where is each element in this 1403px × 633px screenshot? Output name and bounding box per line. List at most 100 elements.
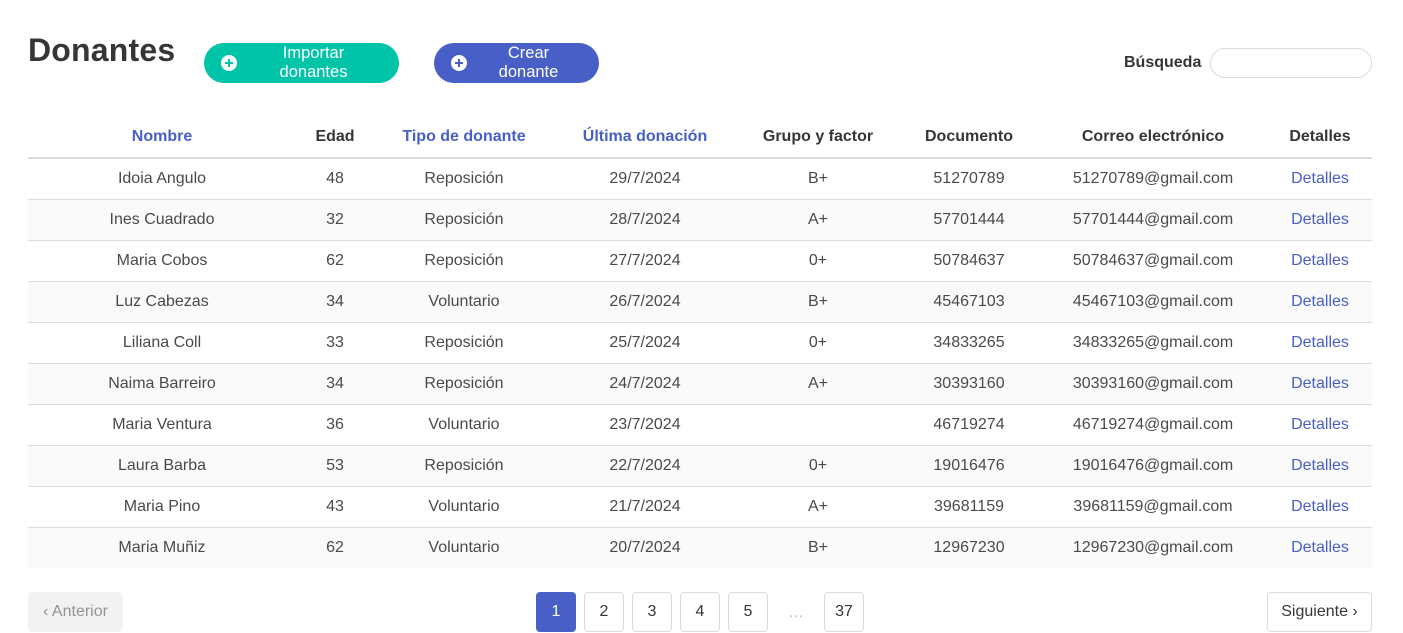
cell-nombre: Naima Barreiro: [28, 363, 296, 405]
details-link[interactable]: Detalles: [1291, 457, 1349, 474]
cell-correo: 51270789@gmail.com: [1038, 158, 1268, 200]
cell-correo: 19016476@gmail.com: [1038, 445, 1268, 487]
cell-grupo-factor: 0+: [736, 445, 900, 487]
cell-tipo-donante: Reposición: [374, 363, 554, 405]
cell-edad: 34: [296, 281, 374, 323]
cell-nombre: Luz Cabezas: [28, 281, 296, 323]
pagination-ellipsis: …: [788, 603, 804, 621]
cell-tipo-donante: Reposición: [374, 240, 554, 282]
cell-tipo-donante: Voluntario: [374, 527, 554, 568]
cell-nombre: Liliana Coll: [28, 322, 296, 364]
cell-tipo-donante: Voluntario: [374, 404, 554, 446]
table-row: Maria Muñiz 62 Voluntario 20/7/2024 B+ 129672…: [28, 527, 1372, 568]
cell-nombre: Maria Ventura: [28, 404, 296, 446]
details-link[interactable]: Detalles: [1291, 375, 1349, 392]
cell-ultima-donacion: 20/7/2024: [554, 527, 736, 568]
details-link[interactable]: Detalles: [1291, 416, 1349, 433]
page-button[interactable]: 2: [584, 592, 624, 632]
table-row: Maria Pino 43 Voluntario 21/7/2024 A+ 3968115…: [28, 486, 1372, 528]
cell-documento: 30393160: [900, 363, 1038, 405]
cell-correo: 12967230@gmail.com: [1038, 527, 1268, 568]
cell-edad: 62: [296, 240, 374, 282]
cell-correo: 45467103@gmail.com: [1038, 281, 1268, 323]
page-button-last[interactable]: 37: [824, 592, 864, 632]
cell-edad: 53: [296, 445, 374, 487]
cell-edad: 34: [296, 363, 374, 405]
create-donor-button[interactable]: Crear donante: [434, 43, 599, 83]
cell-detalles: Detalles: [1268, 199, 1372, 241]
page-list: 1 2 3 4 5 … 37: [536, 592, 864, 632]
cell-ultima-donacion: 22/7/2024: [554, 445, 736, 487]
cell-tipo-donante: Reposición: [374, 199, 554, 241]
cell-tipo-donante: Voluntario: [374, 486, 554, 528]
cell-edad: 43: [296, 486, 374, 528]
cell-ultima-donacion: 28/7/2024: [554, 199, 736, 241]
details-link[interactable]: Detalles: [1291, 539, 1349, 556]
column-header-tipo-donante[interactable]: Tipo de donante: [374, 117, 554, 159]
cell-tipo-donante: Reposición: [374, 445, 554, 487]
search-input[interactable]: [1210, 48, 1372, 78]
cell-tipo-donante: Reposición: [374, 322, 554, 364]
page-button[interactable]: 3: [632, 592, 672, 632]
cell-documento: 19016476: [900, 445, 1038, 487]
details-link[interactable]: Detalles: [1291, 211, 1349, 228]
page-button[interactable]: 5: [728, 592, 768, 632]
import-donors-button[interactable]: Importar donantes: [204, 43, 399, 83]
details-link[interactable]: Detalles: [1291, 170, 1349, 187]
cell-documento: 50784637: [900, 240, 1038, 282]
table-row: Luz Cabezas 34 Voluntario 26/7/2024 B+ 454671…: [28, 281, 1372, 323]
cell-documento: 45467103: [900, 281, 1038, 323]
cell-ultima-donacion: 21/7/2024: [554, 486, 736, 528]
column-header-ultima-donacion[interactable]: Última donación: [554, 117, 736, 159]
cell-correo: 46719274@gmail.com: [1038, 404, 1268, 446]
cell-correo: 57701444@gmail.com: [1038, 199, 1268, 241]
details-link[interactable]: Detalles: [1291, 252, 1349, 269]
table-row: Idoia Angulo 48 Reposición 29/7/2024 B+ 51270…: [28, 158, 1372, 200]
cell-correo: 50784637@gmail.com: [1038, 240, 1268, 282]
cell-grupo-factor: A+: [736, 199, 900, 241]
cell-ultima-donacion: 29/7/2024: [554, 158, 736, 200]
column-header-documento: Documento: [900, 117, 1038, 159]
cell-grupo-factor: A+: [736, 363, 900, 405]
cell-edad: 62: [296, 527, 374, 568]
table-row: Naima Barreiro 34 Reposición 24/7/2024 A+ 303…: [28, 363, 1372, 405]
details-link[interactable]: Detalles: [1291, 293, 1349, 310]
cell-documento: 34833265: [900, 322, 1038, 364]
cell-documento: 51270789: [900, 158, 1038, 200]
cell-grupo-factor: B+: [736, 527, 900, 568]
cell-nombre: Maria Pino: [28, 486, 296, 528]
cell-detalles: Detalles: [1268, 240, 1372, 282]
cell-grupo-factor: A+: [736, 486, 900, 528]
cell-grupo-factor: [736, 404, 900, 446]
cell-detalles: Detalles: [1268, 486, 1372, 528]
import-donors-label: Importar donantes: [279, 44, 348, 81]
page-button[interactable]: 4: [680, 592, 720, 632]
cell-nombre: Ines Cuadrado: [28, 199, 296, 241]
details-link[interactable]: Detalles: [1291, 334, 1349, 351]
cell-documento: 46719274: [900, 404, 1038, 446]
table-row: Maria Cobos 62 Reposición 27/7/2024 0+ 507846…: [28, 240, 1372, 282]
plus-circle-icon: [221, 55, 237, 71]
table-row: Ines Cuadrado 32 Reposición 28/7/2024 A+ 5770…: [28, 199, 1372, 241]
cell-ultima-donacion: 25/7/2024: [554, 322, 736, 364]
cell-grupo-factor: B+: [736, 281, 900, 323]
cell-edad: 48: [296, 158, 374, 200]
plus-circle-icon: [451, 55, 467, 71]
page-title: Donantes: [28, 32, 176, 68]
table-row: Liliana Coll 33 Reposición 25/7/2024 0+ 34833…: [28, 322, 1372, 364]
details-link[interactable]: Detalles: [1291, 498, 1349, 515]
cell-tipo-donante: Voluntario: [374, 281, 554, 323]
previous-page-button[interactable]: ‹ Anterior: [28, 592, 123, 632]
cell-edad: 36: [296, 404, 374, 446]
cell-correo: 34833265@gmail.com: [1038, 322, 1268, 364]
column-header-nombre[interactable]: Nombre: [28, 117, 296, 159]
table-row: Maria Ventura 36 Voluntario 23/7/2024 467192…: [28, 404, 1372, 446]
page-button[interactable]: 1: [536, 592, 576, 632]
cell-nombre: Laura Barba: [28, 445, 296, 487]
next-page-button[interactable]: Siguiente ›: [1267, 592, 1372, 632]
cell-correo: 30393160@gmail.com: [1038, 363, 1268, 405]
cell-detalles: Detalles: [1268, 404, 1372, 446]
cell-nombre: Idoia Angulo: [28, 158, 296, 200]
cell-ultima-donacion: 26/7/2024: [554, 281, 736, 323]
cell-documento: 57701444: [900, 199, 1038, 241]
